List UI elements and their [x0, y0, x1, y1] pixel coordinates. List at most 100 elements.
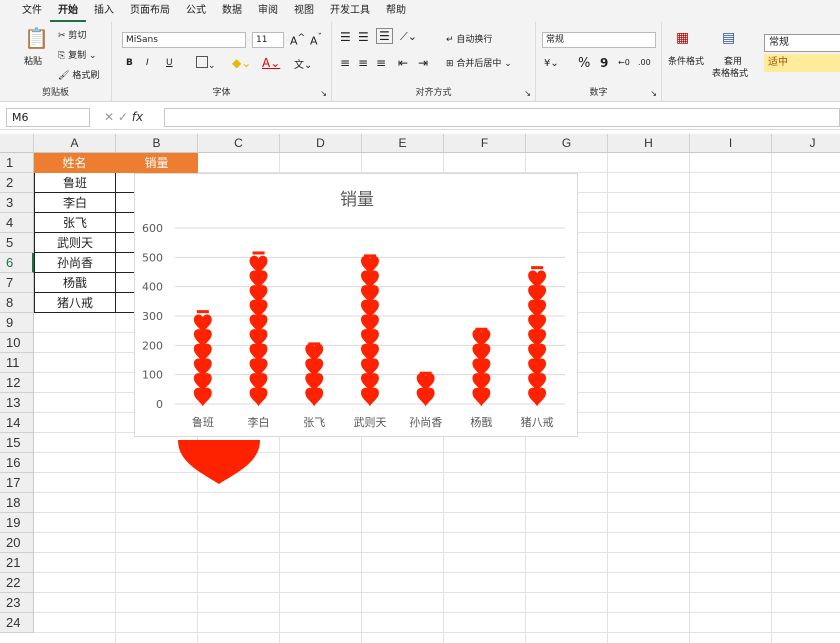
cell-name[interactable]: 猪八戒 — [34, 293, 116, 313]
alignment-launcher-icon[interactable]: ↘ — [524, 89, 531, 98]
cut-button[interactable]: ✂ 剪切 — [58, 28, 86, 41]
chart[interactable]: 销量 0 100 200 300 400 500 600 鲁班 李白 张飞 武则天 孙尚香 杨戬 猪八戒 — [134, 173, 578, 437]
cell-sales[interactable] — [116, 253, 134, 273]
style-neutral[interactable]: 适中 — [764, 54, 840, 72]
select-all-corner[interactable] — [0, 134, 34, 153]
conditional-format-icon[interactable]: ▦ — [676, 30, 689, 46]
row-header-18[interactable]: 18 — [0, 493, 34, 513]
insert-function-button[interactable]: fx — [132, 110, 143, 124]
cell-b1-header[interactable]: 销量 — [116, 153, 198, 173]
paste-button[interactable]: 粘贴 — [24, 54, 42, 67]
menu-insert[interactable]: 插入 — [86, 0, 122, 22]
align-left-icon[interactable]: ≡ — [340, 56, 350, 70]
font-color-button[interactable]: A⌄ — [262, 56, 280, 70]
cell-name[interactable]: 李白 — [34, 193, 116, 213]
cancel-icon[interactable]: ✕ — [104, 110, 114, 124]
row-header-9[interactable]: 9 — [0, 313, 34, 333]
underline-button[interactable]: U — [166, 58, 173, 68]
menu-view[interactable]: 视图 — [286, 0, 322, 22]
percent-button[interactable]: % — [578, 56, 590, 71]
menu-help[interactable]: 帮助 — [378, 0, 414, 22]
row-header-6[interactable]: 6 — [0, 253, 34, 273]
cell-sales[interactable] — [116, 293, 134, 313]
row-header-8[interactable]: 8 — [0, 293, 34, 313]
increase-indent-icon[interactable]: ⇥ — [418, 56, 428, 70]
merge-center-button[interactable]: ⊞ 合并后居中 ⌄ — [446, 56, 512, 69]
fill-color-button[interactable]: ◆⌄ — [232, 56, 251, 70]
row-header-22[interactable]: 22 — [0, 573, 34, 593]
confirm-icon[interactable]: ✓ — [118, 110, 128, 124]
column-header-b[interactable]: B — [116, 134, 198, 153]
copy-button[interactable]: ⎘ 复制 ⌄ — [58, 48, 97, 61]
align-right-icon[interactable]: ≡ — [376, 56, 386, 70]
shrink-font-button[interactable]: Aˇ — [310, 32, 322, 48]
cell-sales[interactable] — [116, 173, 134, 193]
font-name-select[interactable]: MiSans — [122, 32, 246, 48]
cell-name[interactable]: 武则天 — [34, 233, 116, 253]
bar-5[interactable] — [472, 327, 491, 407]
row-header-14[interactable]: 14 — [0, 413, 34, 433]
menu-developer[interactable]: 开发工具 — [322, 0, 378, 22]
cell-sales[interactable] — [116, 233, 134, 253]
bar-4[interactable] — [416, 371, 435, 407]
name-box[interactable]: M6 — [6, 108, 90, 127]
row-header-24[interactable]: 24 — [0, 613, 34, 633]
column-header-f[interactable]: F — [444, 134, 526, 153]
row-header-19[interactable]: 19 — [0, 513, 34, 533]
bar-2[interactable] — [305, 342, 324, 407]
menu-home[interactable]: 开始 — [50, 0, 86, 22]
orientation-icon[interactable]: ⟋⌄ — [400, 30, 417, 44]
row-header-3[interactable]: 3 — [0, 193, 34, 213]
row-header-15[interactable]: 15 — [0, 433, 34, 453]
menu-page-layout[interactable]: 页面布局 — [122, 0, 178, 22]
bold-button[interactable]: B — [126, 58, 133, 68]
increase-decimal-icon[interactable]: ←0 — [618, 58, 630, 67]
row-header-10[interactable]: 10 — [0, 333, 34, 353]
row-header-11[interactable]: 11 — [0, 353, 34, 373]
cell-a1-header[interactable]: 姓名 — [34, 153, 116, 173]
row-header-21[interactable]: 21 — [0, 553, 34, 573]
row-header-17[interactable]: 17 — [0, 473, 34, 493]
number-format-select[interactable]: 常规 — [542, 32, 656, 48]
decrease-decimal-icon[interactable]: .00 — [638, 58, 651, 67]
wrap-text-button[interactable]: ↵ 自动换行 — [446, 32, 492, 45]
big-heart-icon[interactable] — [178, 440, 260, 484]
bar-1[interactable] — [249, 251, 268, 407]
menu-review[interactable]: 审阅 — [250, 0, 286, 22]
column-header-i[interactable]: I — [690, 134, 772, 153]
formula-input[interactable] — [164, 108, 840, 127]
number-launcher-icon[interactable]: ↘ — [650, 89, 657, 98]
decrease-indent-icon[interactable]: ⇤ — [398, 56, 408, 70]
italic-button[interactable]: I — [146, 58, 149, 68]
column-header-g[interactable]: G — [526, 134, 608, 153]
row-header-12[interactable]: 12 — [0, 373, 34, 393]
comma-button[interactable]: 9 — [600, 56, 608, 70]
column-header-d[interactable]: D — [280, 134, 362, 153]
phonetic-button[interactable]: 文⌄ — [294, 56, 312, 71]
format-painter-button[interactable]: 🖌 格式刷 — [58, 68, 99, 81]
cell-sales[interactable] — [116, 193, 134, 213]
row-header-20[interactable]: 20 — [0, 533, 34, 553]
font-size-select[interactable]: 11 — [252, 32, 284, 48]
grow-font-button[interactable]: A^ — [290, 32, 305, 48]
align-center-icon[interactable]: ≡ — [358, 56, 368, 70]
align-middle-icon[interactable]: ☰ — [358, 30, 369, 44]
cell-name[interactable]: 孙尚香 — [34, 253, 116, 273]
cell-sales[interactable] — [116, 213, 134, 233]
cell-name[interactable]: 杨戬 — [34, 273, 116, 293]
column-header-a[interactable]: A — [34, 134, 116, 153]
paste-icon[interactable]: 📋 — [24, 26, 49, 50]
cell-name[interactable]: 鲁班 — [34, 173, 116, 193]
column-header-j[interactable]: J — [772, 134, 840, 153]
cell-sales[interactable] — [116, 273, 134, 293]
row-header-13[interactable]: 13 — [0, 393, 34, 413]
column-header-h[interactable]: H — [608, 134, 690, 153]
currency-button[interactable]: ¥⌄ — [544, 58, 559, 69]
row-header-2[interactable]: 2 — [0, 173, 34, 193]
menu-data[interactable]: 数据 — [214, 0, 250, 22]
format-as-table-icon[interactable]: ▤ — [722, 30, 735, 46]
column-header-c[interactable]: C — [198, 134, 280, 153]
row-header-5[interactable]: 5 — [0, 233, 34, 253]
row-header-1[interactable]: 1 — [0, 153, 34, 173]
column-header-e[interactable]: E — [362, 134, 444, 153]
